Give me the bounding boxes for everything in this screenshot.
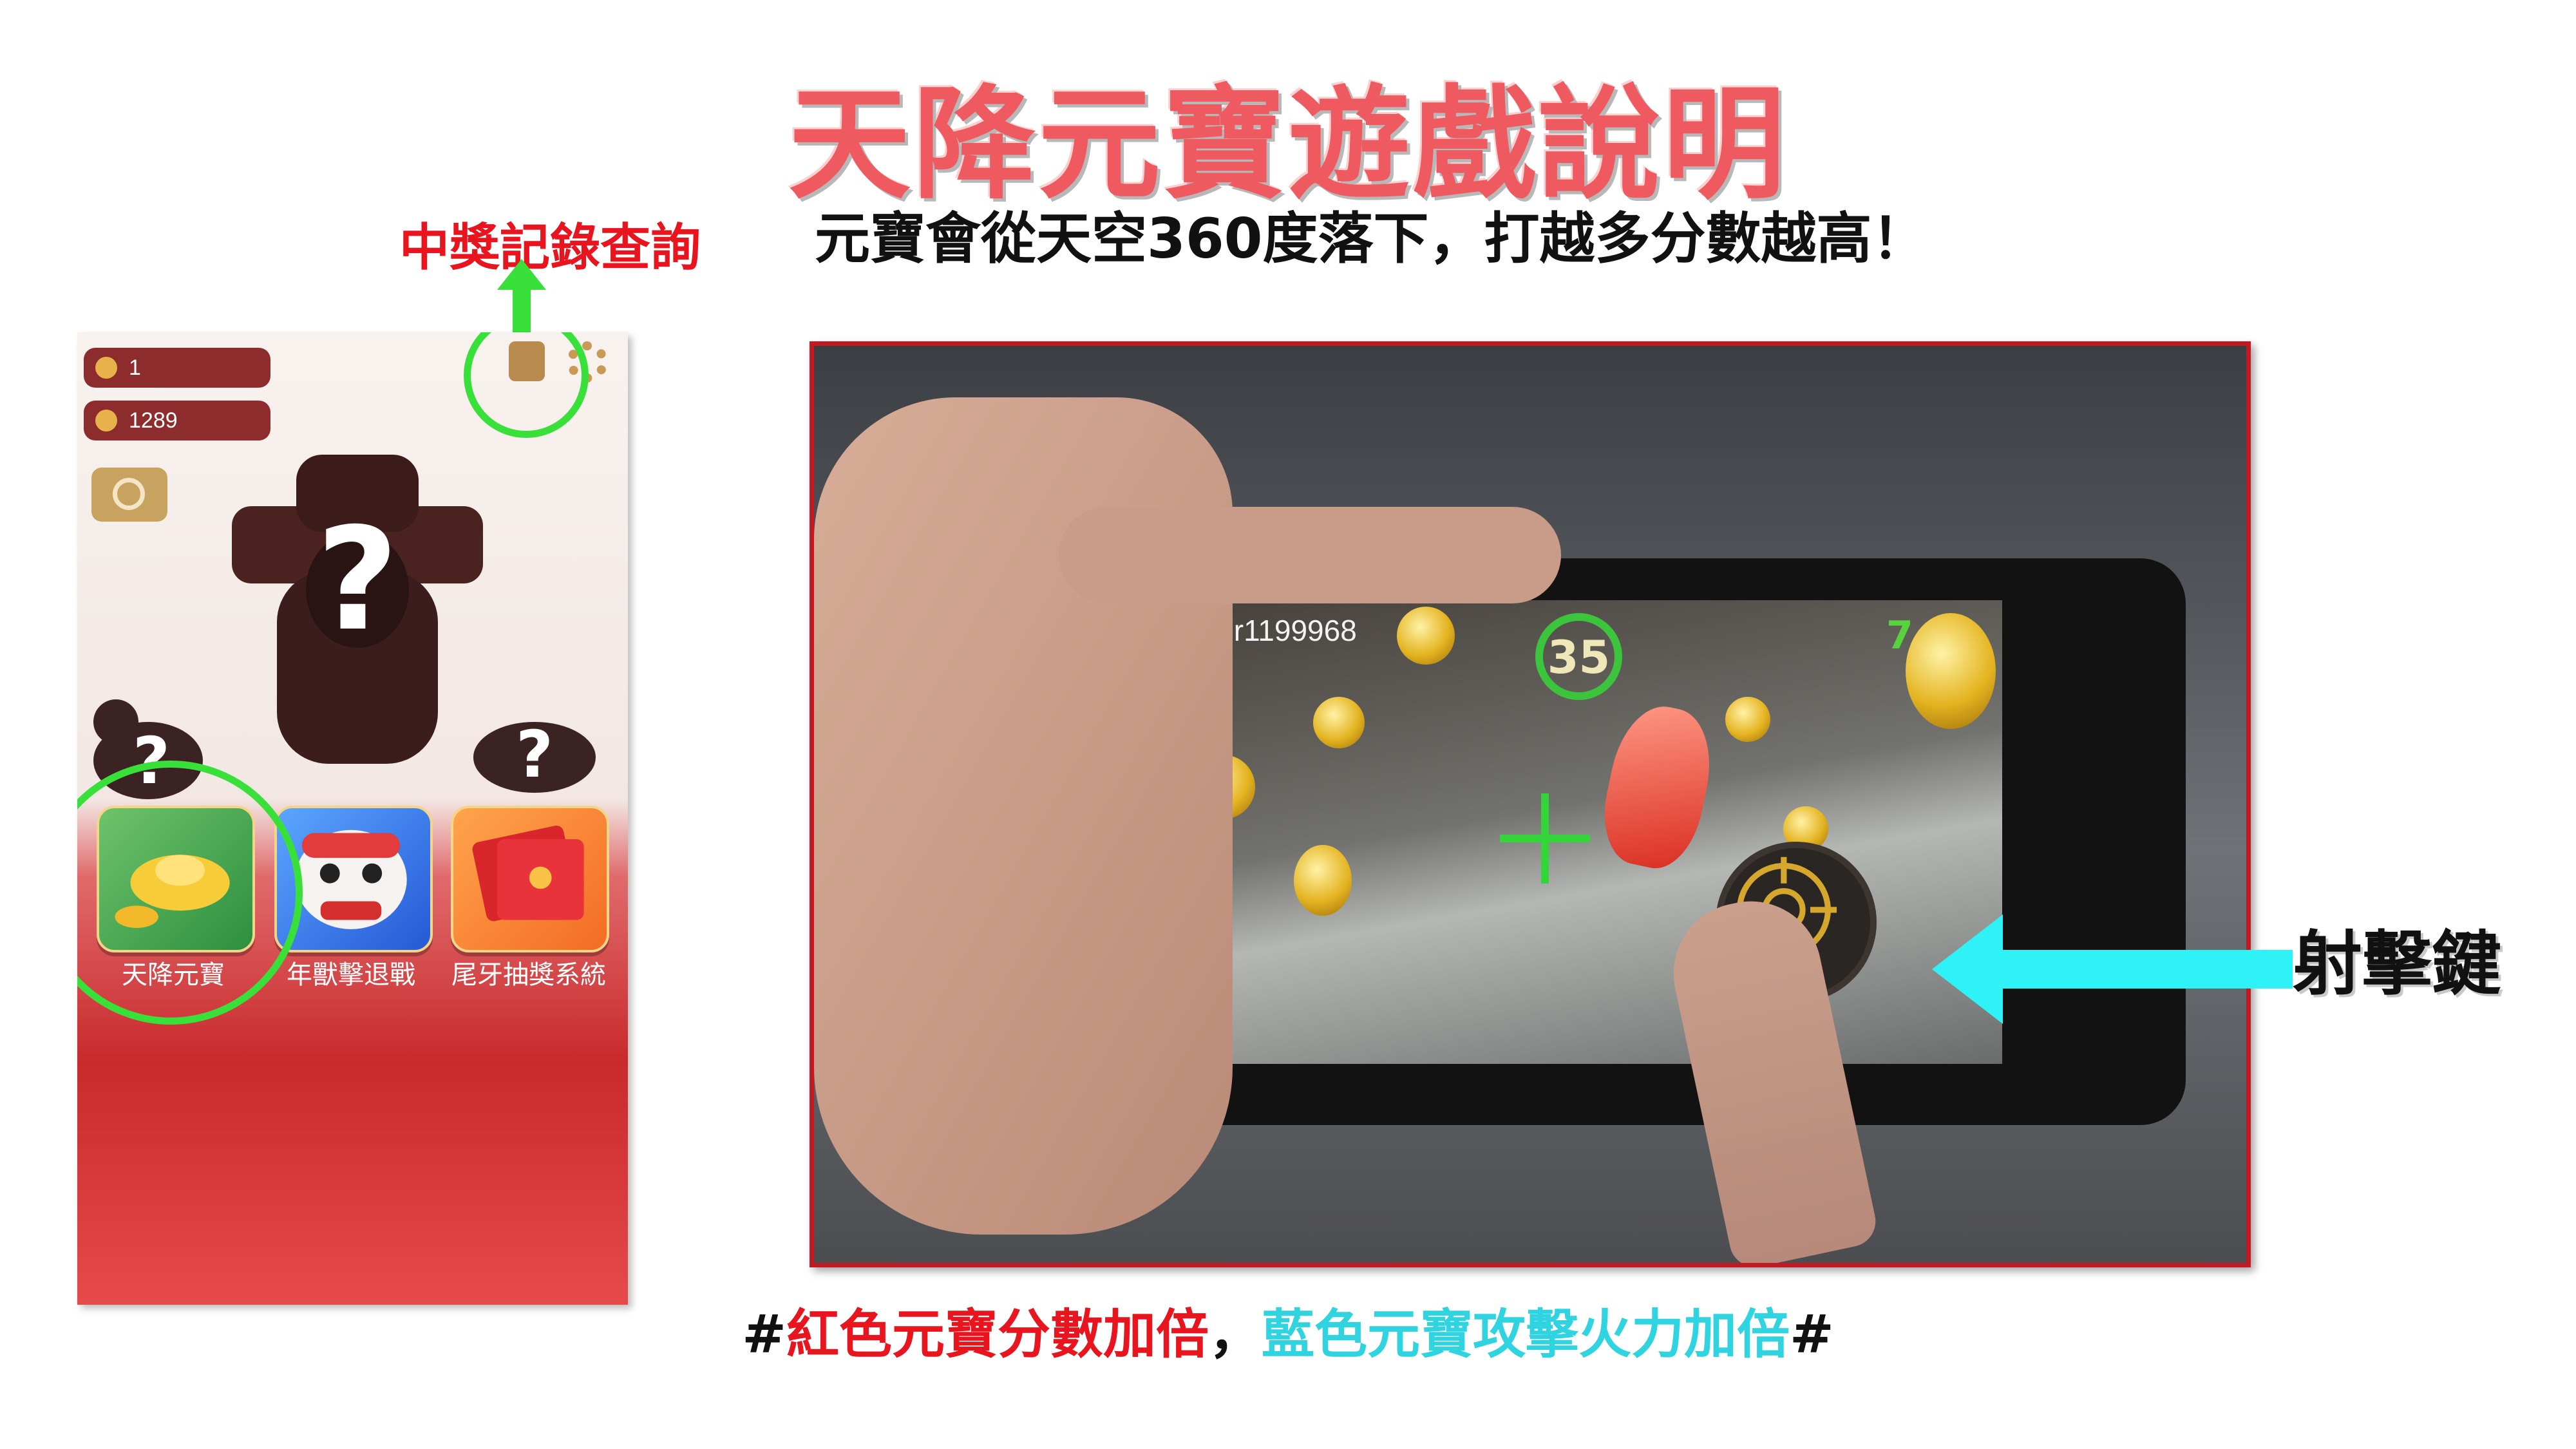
- slide-subtitle: 元寶會從天空360度落下，打越多分數越高！: [815, 207, 1927, 271]
- gold-coin: [1313, 697, 1365, 748]
- gold-coin: [1294, 845, 1352, 916]
- red-envelope-icon: [472, 826, 584, 922]
- ar-game-photo: User1199968 35 7: [810, 341, 2251, 1267]
- app-tile-envelope[interactable]: [451, 806, 609, 952]
- mystery-character: ?: [232, 455, 483, 764]
- left-arrow-icon: [1932, 914, 2293, 1024]
- mouse-right: ?: [473, 717, 596, 793]
- phone-home-screenshot: 1 1289 ? ? ? 天降元寶 年獸擊退戰 尾牙抽獎系統: [77, 332, 628, 1305]
- blue-ingot-bonus: 藍色元寶攻擊火力加倍: [1262, 1304, 1790, 1365]
- crosshair-icon: [1500, 793, 1590, 884]
- gold-coin: [1725, 697, 1770, 742]
- coin-icon: [95, 410, 117, 431]
- app-label-envelope: 尾牙抽獎系統: [451, 960, 606, 990]
- app-label-lion: 年獸擊退戰: [287, 960, 415, 990]
- hand-fingers: [1059, 507, 1561, 603]
- red-ingot-bonus: 紅色元寶分數加倍: [786, 1304, 1209, 1365]
- bonus-note-separator: ，: [1208, 1304, 1262, 1365]
- gift-highlight-circle: [464, 332, 589, 438]
- camera-icon[interactable]: [91, 468, 167, 522]
- player-count-pill: 1: [84, 348, 270, 388]
- ar-game-screen: User1199968 35 7: [1165, 600, 2002, 1064]
- records-query-label: 中獎記錄查詢: [399, 219, 701, 277]
- question-mark: ?: [516, 717, 553, 792]
- bonus-note-hash: #: [742, 1304, 786, 1365]
- gold-ingot: [1906, 613, 1996, 729]
- gold-coin: [1397, 607, 1455, 665]
- bonus-note: #紅色元寶分數加倍，藍色元寶攻擊火力加倍#: [0, 1291, 2576, 1368]
- shoot-key-label: 射擊鍵: [2293, 924, 2502, 1005]
- question-mark: ?: [316, 497, 399, 662]
- player-count: 1: [129, 355, 141, 380]
- coin-count: 1289: [129, 408, 178, 433]
- user-icon: [95, 357, 117, 379]
- bonus-note-hash: #: [1790, 1304, 1834, 1365]
- timer-value: 35: [1547, 631, 1611, 684]
- coin-count-pill: 1289: [84, 401, 270, 440]
- red-ingot: [1593, 698, 1722, 876]
